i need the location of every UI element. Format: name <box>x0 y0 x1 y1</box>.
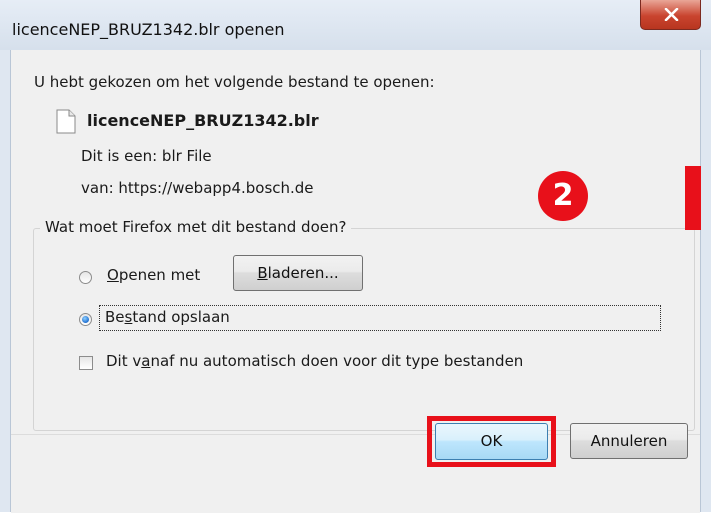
file-source-value: https://webapp4.bosch.de <box>118 179 314 197</box>
red-edge-marker <box>685 166 701 230</box>
file-type-label: Dit is een: <box>81 147 158 165</box>
open-with-label[interactable]: Openen met <box>107 266 200 284</box>
browse-button[interactable]: Bladeren... <box>233 255 363 291</box>
cancel-button[interactable]: Annuleren <box>570 423 688 459</box>
save-file-radio[interactable] <box>79 313 92 326</box>
title-bar[interactable]: licenceNEP_BRUZ1342.blr openen <box>0 0 711 50</box>
open-with-radio[interactable] <box>79 271 92 284</box>
auto-action-label[interactable]: Dit vanaf nu automatisch doen voor dit t… <box>106 352 523 370</box>
dialog-content: U hebt gekozen om het volgende bestand t… <box>10 50 701 513</box>
action-question: Wat moet Firefox met dit bestand doen? <box>40 218 352 236</box>
file-name: licenceNEP_BRUZ1342.blr <box>87 111 319 130</box>
ok-button-highlight <box>427 416 556 467</box>
file-type-row: Dit is een: blr File <box>81 147 212 165</box>
dialog-window: licenceNEP_BRUZ1342.blr openen U hebt ge… <box>0 0 711 513</box>
file-type-value: blr File <box>161 147 212 165</box>
file-source-row: van: https://webapp4.bosch.de <box>81 179 314 197</box>
auto-action-checkbox[interactable] <box>79 356 93 370</box>
file-source-label: van: <box>81 179 114 197</box>
save-file-label[interactable]: Bestand opslaan <box>101 308 234 326</box>
intro-text: U hebt gekozen om het volgende bestand t… <box>34 73 435 91</box>
step-number-badge: 2 <box>538 171 588 221</box>
close-button[interactable] <box>640 0 701 30</box>
file-icon <box>56 109 76 134</box>
close-icon <box>664 8 679 21</box>
window-title: licenceNEP_BRUZ1342.blr openen <box>12 20 285 39</box>
